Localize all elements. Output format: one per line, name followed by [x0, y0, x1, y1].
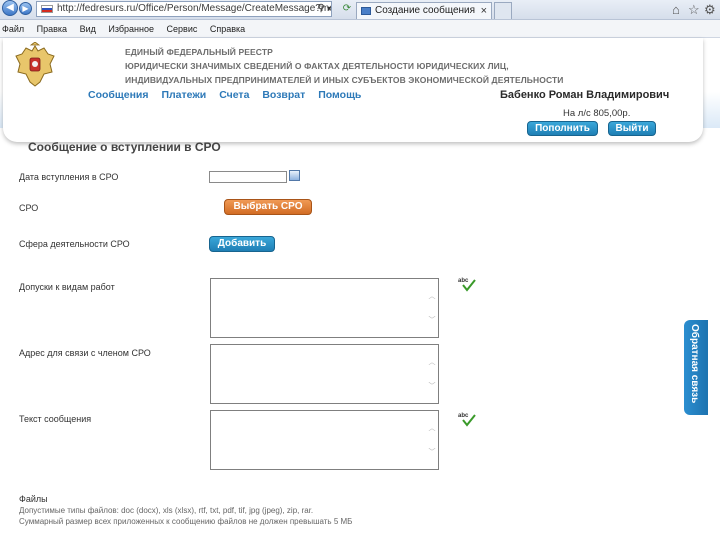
feedback-tab[interactable]: Обратная связь — [684, 320, 708, 415]
permits-label: Допуски к видам работ — [19, 282, 115, 292]
files-allowed-types: Допустимые типы файлов: doc (docx), xls … — [19, 506, 314, 515]
new-tab-button[interactable] — [494, 2, 512, 19]
feedback-tab-label: Обратная связь — [689, 324, 700, 404]
url-input[interactable]: http://fedresurs.ru/Office/Person/Messag… — [36, 1, 332, 17]
registry-title: ЕДИНЫЙ ФЕДЕРАЛЬНЫЙ РЕЕСТР ЮРИДИЧЕСКИ ЗНА… — [125, 45, 564, 87]
spellcheck-text: abc — [458, 278, 469, 284]
browser-tab[interactable]: Создание сообщения × — [356, 2, 492, 19]
registry-title-line-3: ИНДИВИДУАЛЬНЫХ ПРЕДПРИНИМАТЕЛЕЙ И ИНЫХ С… — [125, 75, 564, 85]
files-size-note: Суммарный размер всех приложенных к сооб… — [19, 517, 353, 526]
home-icon[interactable]: ⌂ — [672, 2, 680, 17]
menu-help[interactable]: Справка — [210, 20, 245, 38]
menu-view[interactable]: Вид — [80, 20, 96, 38]
coat-of-arms-icon — [15, 42, 55, 87]
date-input[interactable] — [209, 171, 287, 183]
menu-file[interactable]: Файл — [2, 20, 24, 38]
page-icon — [361, 7, 371, 15]
nav-help[interactable]: Помощь — [318, 89, 361, 101]
registry-title-line-1: ЕДИНЫЙ ФЕДЕРАЛЬНЫЙ РЕЕСТР — [125, 47, 273, 57]
add-sphere-button[interactable]: Добавить — [209, 236, 275, 252]
menu-favorites[interactable]: Избранное — [108, 20, 154, 38]
dropdown-icon[interactable]: ▾ — [322, 1, 336, 17]
permits-scrollbar[interactable]: ︿ ﹀ — [426, 279, 438, 337]
browser-address-bar: ◀ ▶ http://fedresurs.ru/Office/Person/Me… — [0, 0, 720, 20]
tab-title: Создание сообщения — [375, 5, 476, 16]
tab-close-icon[interactable]: × — [481, 3, 487, 19]
permits-textarea[interactable]: ︿ ﹀ — [210, 278, 439, 338]
main-nav: Сообщения Платежи Счета Возврат Помощь — [88, 89, 371, 101]
topup-button[interactable]: Пополнить — [527, 121, 598, 136]
date-label: Дата вступления в СРО — [19, 172, 119, 182]
browser-menu-bar: Файл Правка Вид Избранное Сервис Справка — [0, 20, 720, 38]
calendar-icon[interactable] — [289, 170, 300, 181]
address-scrollbar[interactable]: ︿ ﹀ — [426, 345, 438, 403]
menu-edit[interactable]: Правка — [37, 20, 67, 38]
url-text: http://fedresurs.ru/Office/Person/Messag… — [57, 3, 331, 14]
nav-refund[interactable]: Возврат — [262, 89, 305, 101]
message-textarea[interactable]: ︿ ﹀ — [210, 410, 439, 470]
registry-title-line-2: ЮРИДИЧЕСКИ ЗНАЧИМЫХ СВЕДЕНИЙ О ФАКТАХ ДЕ… — [125, 61, 509, 71]
sro-label: СРО — [19, 203, 39, 213]
sphere-label: Сфера деятельности СРО — [19, 239, 130, 249]
scroll-up-icon[interactable]: ︿ — [427, 291, 437, 301]
nav-accounts[interactable]: Счета — [219, 89, 249, 101]
address-textarea[interactable]: ︿ ﹀ — [210, 344, 439, 404]
refresh-icon[interactable]: ⟳ — [340, 1, 354, 17]
screen: ◀ ▶ http://fedresurs.ru/Office/Person/Me… — [0, 0, 720, 540]
spellcheck-icon[interactable]: abc — [458, 411, 476, 427]
spellcheck-icon[interactable]: abc — [458, 276, 476, 292]
files-section: Файлы Допустимые типы файлов: doc (docx)… — [19, 494, 352, 527]
logout-button[interactable]: Выйти — [608, 121, 656, 136]
account-balance: На л/с 805,00р. — [563, 108, 631, 119]
scroll-down-icon[interactable]: ﹀ — [427, 315, 437, 325]
page-title: Сообщение о вступлении в СРО — [28, 140, 221, 154]
scroll-up-icon[interactable]: ︿ — [427, 357, 437, 367]
spellcheck-text: abc — [458, 413, 469, 419]
choose-sro-button[interactable]: Выбрать СРО — [224, 199, 312, 215]
address-label: Адрес для связи с членом СРО — [19, 348, 151, 358]
scroll-up-icon[interactable]: ︿ — [427, 423, 437, 433]
user-name: Бабенко Роман Владимирович — [500, 89, 670, 101]
site-flag-icon — [41, 5, 53, 13]
back-button[interactable]: ◀ — [2, 0, 18, 16]
forward-button[interactable]: ▶ — [19, 2, 32, 15]
gear-icon[interactable]: ⚙ — [704, 2, 716, 18]
files-title: Файлы — [19, 494, 48, 504]
nav-payments[interactable]: Платежи — [161, 89, 206, 101]
favorites-star-icon[interactable]: ☆ — [688, 2, 700, 18]
nav-messages[interactable]: Сообщения — [88, 89, 149, 101]
message-label: Текст сообщения — [19, 414, 92, 424]
scroll-down-icon[interactable]: ﹀ — [427, 447, 437, 457]
message-scrollbar[interactable]: ︿ ﹀ — [426, 411, 438, 469]
scroll-down-icon[interactable]: ﹀ — [427, 381, 437, 391]
menu-tools[interactable]: Сервис — [167, 20, 198, 38]
